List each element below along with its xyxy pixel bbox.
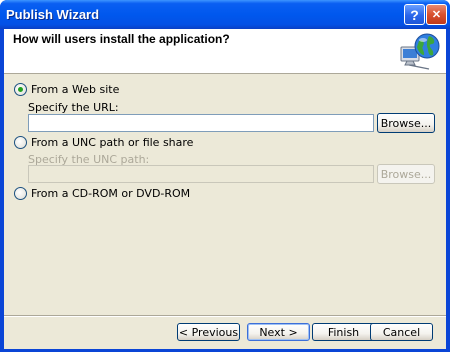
browse-url-label: Browse...: [380, 116, 432, 130]
wizard-header: How will users install the application?: [4, 29, 446, 74]
publish-wizard-window: Publish Wizard ? ✕ How will users instal…: [0, 0, 450, 352]
browse-url-button[interactable]: Browse...: [377, 113, 435, 133]
option-web-label: From a Web site: [31, 83, 120, 96]
url-label: Specify the URL:: [28, 101, 119, 114]
cancel-label: Cancel: [382, 325, 421, 339]
browse-unc-button[interactable]: Browse...: [377, 164, 435, 184]
next-label: Next >: [259, 325, 298, 339]
option-cd-label: From a CD-ROM or DVD-ROM: [31, 187, 191, 200]
footer-separator: [4, 315, 446, 317]
radio-button-unc[interactable]: [14, 136, 27, 149]
option-unc-label: From a UNC path or file share: [31, 136, 194, 149]
window-title: Publish Wizard: [6, 7, 100, 22]
close-button[interactable]: ✕: [426, 4, 447, 25]
radio-selected-dot: [18, 87, 23, 92]
previous-label: < Previous: [178, 325, 239, 339]
radio-button-web[interactable]: [14, 83, 27, 96]
url-input[interactable]: [28, 114, 374, 132]
radio-from-unc-path[interactable]: From a UNC path or file share: [14, 136, 193, 149]
close-icon: ✕: [431, 9, 442, 21]
finish-label: Finish: [327, 325, 360, 339]
radio-from-web-site[interactable]: From a Web site: [14, 83, 119, 96]
finish-button[interactable]: Finish: [312, 323, 375, 341]
cancel-button[interactable]: Cancel: [370, 323, 433, 341]
globe-computer-icon: [400, 33, 440, 70]
previous-button[interactable]: < Previous: [177, 323, 240, 341]
help-button[interactable]: ?: [404, 4, 425, 25]
page-title: How will users install the application?: [13, 32, 230, 46]
browse-unc-label: Browse...: [380, 167, 432, 181]
unc-input[interactable]: [28, 165, 374, 183]
radio-button-cd[interactable]: [14, 187, 27, 200]
next-button[interactable]: Next >: [247, 323, 310, 341]
help-icon: ?: [410, 6, 419, 23]
title-bar[interactable]: Publish Wizard ? ✕: [0, 0, 450, 29]
dialog-body: How will users install the application? …: [4, 29, 446, 349]
radio-from-cd-rom[interactable]: From a CD-ROM or DVD-ROM: [14, 187, 190, 200]
